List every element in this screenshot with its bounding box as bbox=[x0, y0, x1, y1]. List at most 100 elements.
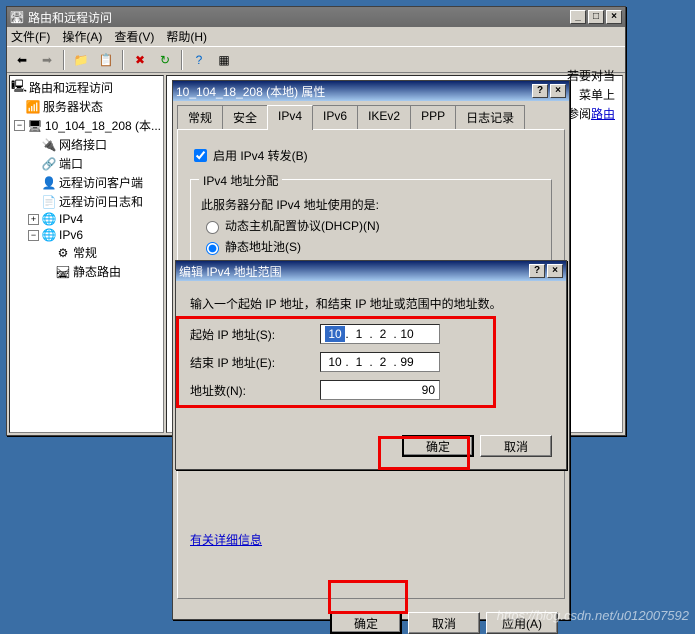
tree-server[interactable]: −🖥10_104_18_208 (本... bbox=[12, 116, 161, 135]
enable-forward-label: 启用 IPv4 转发(B) bbox=[213, 147, 308, 164]
menu-action[interactable]: 操作(A) bbox=[62, 28, 102, 45]
menubar: 文件(F) 操作(A) 查看(V) 帮助(H) bbox=[7, 27, 625, 47]
count-label: 地址数(N): bbox=[190, 382, 320, 399]
main-titlebar: 🛣 路由和远程访问 _ □ × bbox=[7, 7, 625, 27]
content-text: 参阅路由 bbox=[567, 105, 615, 124]
minimize-button[interactable]: _ bbox=[570, 10, 586, 24]
ip-octet[interactable] bbox=[397, 326, 417, 342]
ok-button[interactable]: 确定 bbox=[330, 612, 402, 634]
toolbar: ⬅ ➡ 📁 📋 ✖ ↻ ? ▦ bbox=[7, 47, 625, 73]
tree-item[interactable]: 🛤静态路由 bbox=[12, 262, 161, 281]
dlg-instruction: 输入一个起始 IP 地址，和结束 IP 地址或范围中的地址数。 bbox=[190, 295, 552, 312]
ip-octet[interactable] bbox=[349, 326, 369, 342]
close-button[interactable]: × bbox=[547, 264, 563, 278]
refresh-button[interactable]: ↻ bbox=[154, 49, 176, 71]
help-button[interactable]: ? bbox=[529, 264, 545, 278]
help-button[interactable]: ? bbox=[188, 49, 210, 71]
menu-file[interactable]: 文件(F) bbox=[11, 28, 50, 45]
tab-ipv6[interactable]: IPv6 bbox=[312, 105, 358, 129]
apply-button[interactable]: 应用(A) bbox=[486, 612, 558, 634]
tab-logging[interactable]: 日志记录 bbox=[455, 105, 525, 129]
main-title: 路由和远程访问 bbox=[28, 9, 568, 26]
ip-octet[interactable] bbox=[325, 326, 345, 342]
client-icon: 👤 bbox=[42, 176, 56, 190]
radio-dhcp-label: 动态主机配置协议(DHCP)(N) bbox=[225, 217, 380, 234]
expand-icon[interactable]: + bbox=[28, 214, 39, 225]
route-icon: 🛤 bbox=[56, 265, 70, 279]
ip-octet[interactable] bbox=[325, 354, 345, 370]
tree-item[interactable]: 🔗端口 bbox=[12, 154, 161, 173]
forward-checkbox-row: 启用 IPv4 转发(B) bbox=[190, 146, 552, 165]
collapse-icon[interactable]: − bbox=[14, 120, 25, 131]
toolbar-separator bbox=[181, 50, 183, 70]
radio-dhcp[interactable] bbox=[206, 221, 219, 234]
dlg-titlebar: 编辑 IPv4 地址范围 ? × bbox=[176, 261, 566, 281]
server-icon: 🖳 bbox=[12, 81, 26, 95]
end-ip-label: 结束 IP 地址(E): bbox=[190, 354, 320, 371]
close-button[interactable]: × bbox=[550, 84, 566, 98]
enable-forward-checkbox[interactable] bbox=[194, 149, 207, 162]
ipv6-icon: 🌐 bbox=[42, 228, 56, 242]
interface-icon: 🔌 bbox=[42, 138, 56, 152]
end-ip-input[interactable]: . . . bbox=[320, 352, 440, 372]
extra-button[interactable]: ▦ bbox=[213, 49, 235, 71]
start-ip-label: 起始 IP 地址(S): bbox=[190, 326, 320, 343]
edit-range-dialog: 编辑 IPv4 地址范围 ? × 输入一个起始 IP 地址，和结束 IP 地址或… bbox=[175, 260, 567, 470]
tree-view[interactable]: 🖳路由和远程访问 📶服务器状态 −🖥10_104_18_208 (本... 🔌网… bbox=[9, 75, 164, 433]
dlg-title: 编辑 IPv4 地址范围 bbox=[179, 263, 527, 280]
content-text: 若要对当 bbox=[567, 75, 615, 86]
tree-item[interactable]: 📄远程访问日志和 bbox=[12, 192, 161, 211]
ip-octet[interactable] bbox=[373, 326, 393, 342]
content-text: 菜单上 bbox=[567, 86, 615, 105]
tree-status[interactable]: 📶服务器状态 bbox=[12, 97, 161, 116]
ipv4-icon: 🌐 bbox=[42, 212, 56, 226]
radio-static[interactable] bbox=[206, 242, 219, 255]
prop-title: 10_104_18_208 (本地) 属性 bbox=[176, 83, 530, 100]
dlg-cancel-button[interactable]: 取消 bbox=[480, 435, 552, 457]
delete-button[interactable]: ✖ bbox=[129, 49, 151, 71]
toolbar-separator bbox=[122, 50, 124, 70]
tab-ipv4[interactable]: IPv4 bbox=[267, 105, 313, 130]
toolbar-separator bbox=[63, 50, 65, 70]
tab-ikev2[interactable]: IKEv2 bbox=[357, 105, 411, 129]
tree-ipv4[interactable]: +🌐IPv4 bbox=[12, 211, 161, 227]
maximize-button[interactable]: □ bbox=[588, 10, 604, 24]
tree-item[interactable]: 👤远程访问客户端 bbox=[12, 173, 161, 192]
ip-octet[interactable] bbox=[397, 354, 417, 370]
dlg-body: 输入一个起始 IP 地址，和结束 IP 地址或范围中的地址数。 起始 IP 地址… bbox=[176, 281, 566, 422]
server-icon: 🖥 bbox=[28, 119, 42, 133]
ip-octet[interactable] bbox=[349, 354, 369, 370]
properties-button[interactable]: 📋 bbox=[95, 49, 117, 71]
tab-general[interactable]: 常规 bbox=[177, 105, 223, 129]
close-button[interactable]: × bbox=[606, 10, 622, 24]
log-icon: 📄 bbox=[42, 195, 56, 209]
tree-item[interactable]: ⚙常规 bbox=[12, 243, 161, 262]
tab-ppp[interactable]: PPP bbox=[410, 105, 456, 129]
ip-octet[interactable] bbox=[373, 354, 393, 370]
up-button[interactable]: 📁 bbox=[70, 49, 92, 71]
prop-titlebar: 10_104_18_208 (本地) 属性 ? × bbox=[173, 81, 569, 101]
collapse-icon[interactable]: − bbox=[28, 230, 39, 241]
tree-item[interactable]: 🔌网络接口 bbox=[12, 135, 161, 154]
more-info-link[interactable]: 有关详细信息 bbox=[190, 533, 262, 547]
tab-strip: 常规 安全 IPv4 IPv6 IKEv2 PPP 日志记录 bbox=[177, 105, 565, 129]
tree-ipv6[interactable]: −🌐IPv6 bbox=[12, 227, 161, 243]
dlg-ok-button[interactable]: 确定 bbox=[402, 435, 474, 457]
cancel-button[interactable]: 取消 bbox=[408, 612, 480, 634]
radio-static-label: 静态地址池(S) bbox=[225, 238, 301, 255]
group-desc: 此服务器分配 IPv4 地址使用的是: bbox=[201, 196, 541, 213]
port-icon: 🔗 bbox=[42, 157, 56, 171]
count-input[interactable] bbox=[320, 380, 440, 400]
address-assignment-group: 此服务器分配 IPv4 地址使用的是: 动态主机配置协议(DHCP)(N) 静态… bbox=[190, 179, 552, 270]
start-ip-input[interactable]: . . . bbox=[320, 324, 440, 344]
forward-button[interactable]: ➡ bbox=[36, 49, 58, 71]
menu-view[interactable]: 查看(V) bbox=[114, 28, 154, 45]
menu-help[interactable]: 帮助(H) bbox=[166, 28, 207, 45]
help-button[interactable]: ? bbox=[532, 84, 548, 98]
tree-root[interactable]: 🖳路由和远程访问 bbox=[12, 78, 161, 97]
general-icon: ⚙ bbox=[56, 246, 70, 260]
status-icon: 📶 bbox=[26, 100, 40, 114]
back-button[interactable]: ⬅ bbox=[11, 49, 33, 71]
routing-link[interactable]: 路由 bbox=[591, 107, 615, 121]
tab-security[interactable]: 安全 bbox=[222, 105, 268, 129]
